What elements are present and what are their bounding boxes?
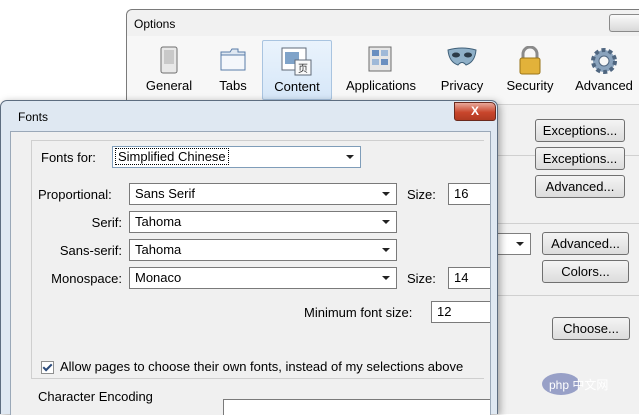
proportional-select[interactable]: Sans Serif <box>129 183 397 205</box>
choose-button[interactable]: Choose... <box>552 317 630 340</box>
tab-advanced-label: Advanced <box>575 78 633 93</box>
group-divider <box>497 223 639 224</box>
sans-serif-label: Sans-serif: <box>59 243 122 258</box>
chevron-down-icon <box>382 276 390 280</box>
tab-privacy[interactable]: Privacy <box>431 40 493 98</box>
monospace-size-select[interactable]: 14 <box>448 267 490 289</box>
close-icon: X <box>470 104 479 118</box>
tab-general[interactable]: General <box>137 40 201 98</box>
monospace-size-value: 14 <box>454 270 469 285</box>
chevron-down-icon <box>346 155 354 159</box>
sans-serif-select[interactable]: Tahoma <box>129 239 397 261</box>
svg-text:页: 页 <box>298 63 308 75</box>
serif-select[interactable]: Tahoma <box>129 211 397 233</box>
fonts-for-label: Fonts for: <box>41 150 96 165</box>
tab-advanced[interactable]: Advanced <box>569 40 639 98</box>
serif-value: Tahoma <box>135 214 182 229</box>
proportional-size-label: Size: <box>407 187 436 202</box>
applications-icon <box>368 46 392 72</box>
tab-tabs-label: Tabs <box>219 78 247 93</box>
options-toolbar: General Tabs 页 Content Applications Priv… <box>127 36 639 104</box>
tab-general-label: General <box>145 78 193 93</box>
watermark-text: php 中文网 <box>549 378 609 392</box>
group-divider <box>497 295 639 296</box>
tab-applications[interactable]: Applications <box>337 40 425 98</box>
php-watermark: php 中文网 <box>541 370 637 398</box>
options-close-button[interactable] <box>609 14 639 32</box>
allow-pages-label: Allow pages to choose their own fonts, i… <box>60 359 464 374</box>
tab-security-label: Security <box>506 78 554 93</box>
chevron-down-icon <box>516 242 524 246</box>
tab-tabs[interactable]: Tabs <box>205 40 261 98</box>
chevron-down-icon <box>382 248 390 252</box>
close-button[interactable]: X <box>454 102 496 121</box>
advanced-button-1[interactable]: Advanced... <box>535 175 625 198</box>
monospace-label: Monospace: <box>51 271 122 286</box>
fonts-dialog-body: Fonts for: Simplified Chinese Proportion… <box>10 131 491 415</box>
monospace-size-label: Size: <box>407 271 436 286</box>
monospace-value: Monaco <box>135 270 182 285</box>
fonts-for-value: Simplified Chinese <box>115 148 229 165</box>
chevron-down-icon <box>382 220 390 224</box>
exceptions-button-1[interactable]: Exceptions... <box>535 119 625 142</box>
allow-pages-checkbox[interactable] <box>41 361 54 374</box>
character-encoding-label: Character Encoding <box>38 389 153 404</box>
tab-content[interactable]: 页 Content <box>262 40 332 100</box>
general-icon <box>160 46 178 74</box>
content-icon: 页 <box>281 47 312 76</box>
colors-button[interactable]: Colors... <box>542 260 629 283</box>
sans-serif-value: Tahoma <box>135 242 182 257</box>
proportional-size-value: 16 <box>454 186 469 201</box>
options-title: Options <box>134 17 176 31</box>
fonts-dialog: Fonts X Fonts for: Simplified Chinese Pr… <box>0 100 498 415</box>
advanced-button-2[interactable]: Advanced... <box>542 232 629 255</box>
advanced-gear-icon <box>591 48 617 74</box>
minimum-font-size-select[interactable]: 12 <box>431 301 490 323</box>
proportional-size-select[interactable]: 16 <box>448 183 490 205</box>
tab-security[interactable]: Security <box>497 40 563 98</box>
proportional-value: Sans Serif <box>135 186 195 201</box>
chevron-down-icon <box>382 192 390 196</box>
monospace-select[interactable]: Monaco <box>129 267 397 289</box>
minimum-font-size-value: 12 <box>437 304 452 319</box>
tab-applications-label: Applications <box>345 78 417 93</box>
serif-label: Serif: <box>91 215 122 230</box>
fonts-for-select[interactable]: Simplified Chinese <box>112 146 361 168</box>
exceptions-button-2[interactable]: Exceptions... <box>535 147 625 170</box>
proportional-label: Proportional: <box>38 187 112 202</box>
minimum-font-size-label: Minimum font size: <box>304 305 413 320</box>
tab-content-label: Content <box>274 79 320 94</box>
fonts-dialog-title: Fonts <box>18 110 49 124</box>
security-lock-icon <box>519 46 541 75</box>
tabs-icon <box>220 48 246 71</box>
tab-privacy-label: Privacy <box>440 78 484 93</box>
privacy-mask-icon <box>447 47 477 66</box>
